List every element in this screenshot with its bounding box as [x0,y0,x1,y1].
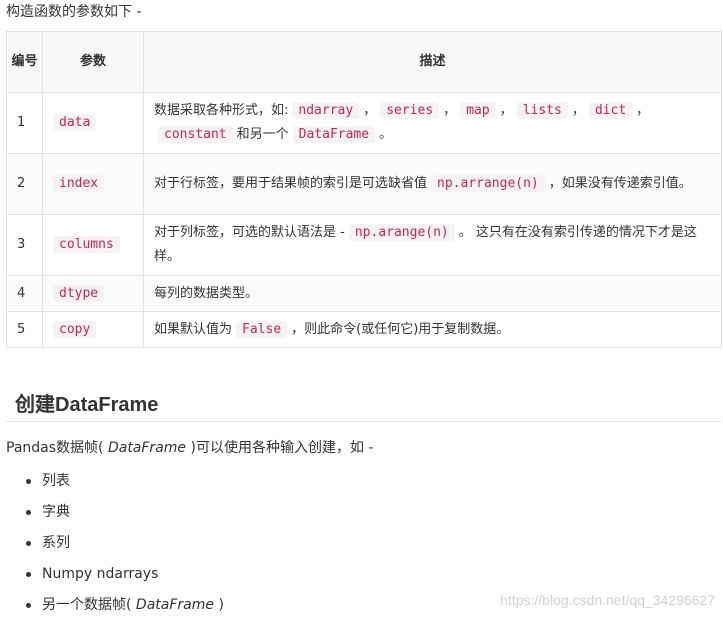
row-desc: 对于行标签，要用于结果帧的索引是可选缺省值 np.arrange(n) ，如果没有传… [143,153,722,215]
list-item-text: 系列 [42,535,70,551]
row-desc: 如果默认值为 False ，则此命令(或任何它)用于复制数据。 [143,311,722,348]
code-np-arange: np.arange(n) [348,224,455,241]
param-code: dtype [53,284,105,302]
table-row: 1 data 数据采取各种形式，如: ndarray， series， map， lis… [6,92,722,154]
para-text: Pandas数据帧( [6,440,104,456]
row-param: data [42,92,144,154]
code-dict: dict [588,102,633,119]
params-table: 编号 参数 描述 1 data 数据采取各种形式，如: ndarray， serie… [6,31,722,348]
heading-title: 创建DataFrame [15,394,159,416]
code-np-arrange: np.arrange(n) [431,175,545,192]
row-param: dtype [42,275,144,312]
separator: ， [443,103,457,118]
watermark: https://blog.csdn.net/qq_34296627 [500,592,715,608]
code-ndarray: ndarray [292,102,360,119]
desc-text: ，则此命令(或任何它)用于复制数据。 [291,321,510,337]
code-constant: constant [158,126,233,143]
desc-text: 和另一个 [236,127,289,142]
list-item-text: 另一个数据帧( [42,597,132,613]
code-dataframe: DataFrame [292,126,376,143]
header-num: 编号 [6,31,43,93]
header-param: 参数 [42,31,144,93]
list-item: 系列 [26,528,224,559]
row-num: 2 [6,153,43,215]
row-param: columns [42,214,144,276]
section-paragraph: Pandas数据帧( DataFrame )可以使用各种输入创建，如 - [6,438,373,458]
desc-text: 数据采取各种形式，如: [154,103,289,118]
list-item: Numpy ndarrays [26,559,224,590]
bullet-icon [26,572,31,577]
section-heading: 创建DataFrame [6,384,722,422]
intro-text: 构造函数的参数如下 - [6,4,142,20]
code-series: series [380,102,440,119]
bullet-icon [26,541,31,546]
separator: ， [571,103,585,118]
list-item-text: 列表 [42,473,70,489]
bullet-icon [26,479,31,484]
separator: ， [499,103,513,118]
separator: ， [636,103,650,118]
separator: ， [363,103,377,118]
param-code: columns [53,236,120,253]
code-map: map [460,102,496,119]
row-param: copy [42,311,144,348]
row-desc: 数据采取各种形式，如: ndarray， series， map， lists， dict… [143,92,722,154]
row-param: index [42,153,144,215]
para-text: )可以使用各种输入创建，如 - [190,440,374,456]
list-item-text: 字典 [42,504,70,520]
list-item-text: Numpy ndarrays [42,566,159,582]
table-row: 5 copy 如果默认值为 False ，则此命令(或任何它)用于复制数据。 [6,311,722,348]
param-code: data [53,114,97,131]
row-desc: 每列的数据类型。 [143,275,722,312]
row-num: 5 [6,311,43,348]
param-code: copy [53,320,97,338]
list-item-text: ) [218,597,224,613]
table-row: 3 columns 对于列标签，可选的默认语法是 - np.arange(n)。 … [6,214,722,276]
row-desc: 对于列标签，可选的默认语法是 - np.arange(n)。 这只有在没有索引传递… [143,214,722,276]
desc-text: 。 [379,127,393,142]
input-types-list: 列表 字典 系列 Numpy ndarrays 另一个数据帧( DataFram… [0,466,224,621]
desc-text: ，如果没有传递索引值。 [548,176,692,191]
code-false: False [236,320,288,338]
bullet-icon [26,603,31,608]
list-item-emphasis: DataFrame [135,597,214,613]
list-item: 另一个数据帧( DataFrame ) [26,590,224,621]
row-num: 4 [6,275,43,312]
para-emphasis: DataFrame [107,440,187,456]
list-item: 列表 [26,466,224,497]
desc-text: 如果默认值为 [154,321,233,337]
code-lists: lists [516,102,568,119]
row-num: 1 [6,92,43,154]
row-num: 3 [6,214,43,276]
desc-text: 对于行标签，要用于结果帧的索引是可选缺省值 [154,176,428,191]
desc-text: 对于列标签，可选的默认语法是 - [154,225,345,240]
param-code: index [53,175,105,192]
header-desc: 描述 [143,31,722,93]
bullet-icon [26,510,31,515]
table-row: 2 index 对于行标签，要用于结果帧的索引是可选缺省值 np.arrange(… [6,153,722,215]
list-item: 字典 [26,497,224,528]
table-header-row: 编号 参数 描述 [6,31,722,93]
table-row: 4 dtype 每列的数据类型。 [6,275,722,312]
